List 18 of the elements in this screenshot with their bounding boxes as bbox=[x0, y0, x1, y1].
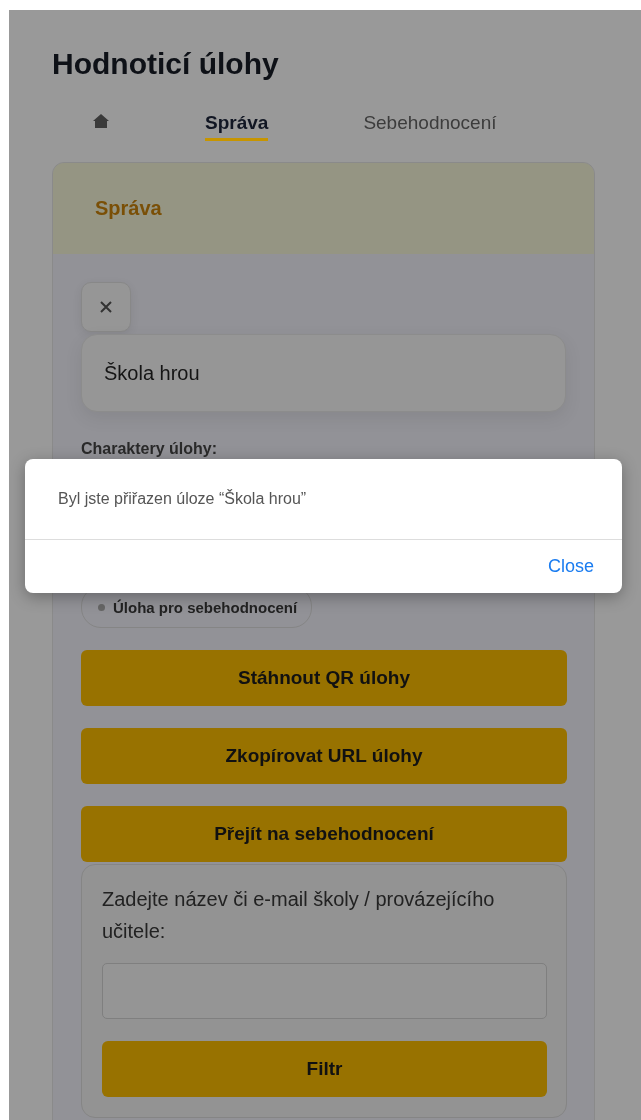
chip-label: Úloha pro sebehodnocení bbox=[113, 598, 298, 616]
action-button[interactable]: Zkopírovat URL úlohy bbox=[81, 728, 567, 784]
task-name-field[interactable]: Škola hrou bbox=[81, 334, 566, 412]
dialog-message: Byl jste přiřazen úloze “Škola hrou” bbox=[25, 459, 622, 540]
action-button[interactable]: Přejít na sebehodnocení bbox=[81, 806, 567, 862]
characters-label: Charaktery úlohy: bbox=[81, 440, 219, 458]
dialog-close-button[interactable]: Close bbox=[547, 556, 594, 577]
filter-label: Zadejte název či e-mail školy / provázejícího učitele: bbox=[102, 887, 496, 944]
action-button[interactable]: Stáhnout QR úlohy bbox=[81, 650, 567, 706]
close-icon bbox=[99, 300, 113, 314]
filter-button[interactable]: Filtr bbox=[102, 1041, 547, 1097]
close-button[interactable] bbox=[81, 282, 131, 332]
tab[interactable]: Sebehodnocení bbox=[363, 107, 497, 141]
bullet-icon bbox=[98, 603, 105, 611]
card-title: Správa bbox=[95, 197, 162, 220]
page-title: Hodnoticí úlohy bbox=[52, 46, 280, 82]
house-icon bbox=[92, 112, 110, 129]
tab[interactable]: Správa bbox=[205, 107, 269, 141]
